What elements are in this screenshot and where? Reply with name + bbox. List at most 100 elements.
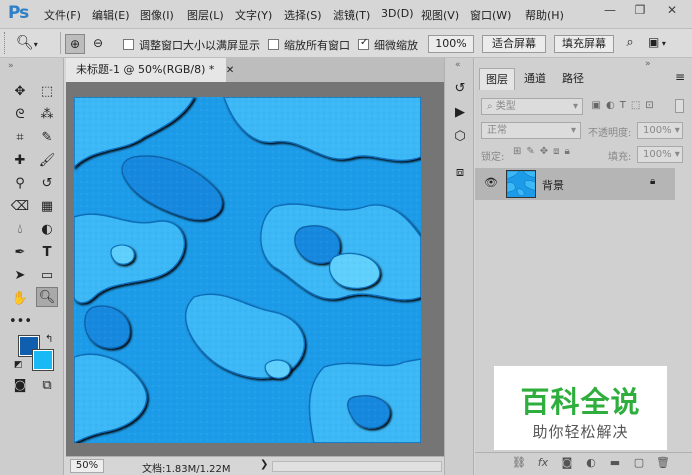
document-tab[interactable]: 未标题-1 @ 50%(RGB/8) * ✕ bbox=[66, 58, 234, 82]
dock-collapse-icon[interactable]: « bbox=[455, 60, 461, 70]
toolbox-collapse-icon[interactable]: » bbox=[8, 61, 14, 71]
menu-bar: Ps 文件(F) 编辑(E) 图像(I) 图层(L) 文字(Y) 选择(S) 滤… bbox=[0, 0, 692, 28]
zoom-100-button[interactable]: 100% bbox=[428, 35, 474, 53]
fx-icon[interactable]: fx bbox=[533, 456, 553, 473]
menu-image[interactable]: 图像(I) bbox=[140, 7, 174, 23]
type-tool-icon[interactable]: T bbox=[36, 243, 58, 263]
actions-panel-icon[interactable]: ▶ bbox=[449, 102, 471, 124]
menu-edit[interactable]: 编辑(E) bbox=[92, 7, 130, 23]
menu-3d[interactable]: 3D(D) bbox=[381, 7, 414, 20]
scrubby-zoom-checkbox[interactable] bbox=[358, 37, 369, 50]
3d-panel-icon[interactable]: ⬡ bbox=[449, 126, 471, 148]
menu-type[interactable]: 文字(Y) bbox=[235, 7, 272, 23]
marquee-tool-icon[interactable]: ⬚ bbox=[36, 82, 58, 102]
adjustment-icon[interactable]: ◐ bbox=[581, 456, 601, 473]
tab-channels[interactable]: 通道 bbox=[517, 68, 553, 90]
layer-row[interactable]: 👁︎ 背景 🔒︎ bbox=[475, 168, 675, 200]
close-icon[interactable]: ✕ bbox=[658, 0, 686, 20]
search-icon[interactable]: ⌕ bbox=[620, 35, 640, 53]
watermark-title: 百科全说 bbox=[520, 385, 641, 419]
filter-toggle[interactable] bbox=[675, 99, 684, 113]
opacity-field[interactable]: 100% ▾ bbox=[637, 122, 683, 139]
zoom-in-icon[interactable]: ⊕ bbox=[65, 34, 85, 54]
screen-mode-icon[interactable]: ⧉ bbox=[36, 376, 58, 396]
clone-stamp-tool-icon[interactable]: ⚲ bbox=[9, 174, 31, 194]
fit-screen-button[interactable]: 适合屏幕 bbox=[482, 35, 546, 53]
opacity-label: 不透明度: bbox=[588, 128, 632, 139]
blur-tool-icon[interactable]: 💧︎ bbox=[9, 220, 31, 240]
trash-icon[interactable]: 🗑︎ bbox=[653, 456, 673, 473]
mask-icon[interactable]: ◙ bbox=[557, 456, 577, 473]
path-selection-tool-icon[interactable]: ➤ bbox=[9, 266, 31, 286]
minimize-icon[interactable]: — bbox=[596, 0, 624, 20]
canvas-area[interactable] bbox=[66, 82, 444, 456]
zoom-out-icon[interactable]: ⊖ bbox=[88, 34, 108, 54]
menu-filter[interactable]: 滤镜(T) bbox=[333, 7, 370, 23]
blue-texture-image bbox=[74, 97, 421, 443]
fill-label: 填充: bbox=[608, 152, 632, 163]
rectangle-tool-icon[interactable]: ▭ bbox=[36, 266, 58, 286]
zoom-level-field[interactable]: 50% bbox=[70, 459, 104, 473]
toolbox: » ✥ ⬚ ᘓ ⁂ ⌗ ✎ ✚ 🖌︎ ⚲ ↺ ⌫ ▦ 💧︎ ◐ ✒ T ➤ ▭ … bbox=[0, 58, 64, 475]
lock-icons[interactable]: ⊞✎✥⧈🔒︎ bbox=[513, 146, 575, 157]
quick-mask-icon[interactable]: ◙ bbox=[9, 376, 31, 396]
properties-panel-icon[interactable]: ⧈ bbox=[449, 162, 471, 184]
document-info: 文档:1.83M/1.22M bbox=[142, 464, 231, 475]
menu-layer[interactable]: 图层(L) bbox=[187, 7, 224, 23]
link-icon[interactable]: ⛓ bbox=[509, 456, 529, 473]
watermark-subtitle: 助你轻松解决 bbox=[532, 423, 629, 441]
edit-toolbar-icon[interactable]: ••• bbox=[9, 312, 32, 332]
hand-tool-icon[interactable]: ✋ bbox=[9, 289, 31, 309]
background-color-swatch[interactable] bbox=[32, 349, 54, 371]
healing-brush-tool-icon[interactable]: ✚ bbox=[9, 151, 31, 171]
panel-collapse-icon[interactable]: » bbox=[645, 59, 651, 69]
resize-windows-checkbox[interactable] bbox=[123, 39, 134, 50]
menu-select[interactable]: 选择(S) bbox=[284, 7, 322, 23]
fill-field[interactable]: 100% ▾ bbox=[637, 146, 683, 163]
layer-name[interactable]: 背景 bbox=[542, 177, 564, 193]
grip-handle[interactable] bbox=[4, 32, 6, 54]
tab-paths[interactable]: 路径 bbox=[555, 68, 591, 90]
menu-window[interactable]: 窗口(W) bbox=[470, 7, 511, 23]
scrubby-zoom-label: 细微缩放 bbox=[374, 39, 418, 52]
crop-tool-icon[interactable]: ⌗ bbox=[9, 128, 31, 148]
magic-wand-tool-icon[interactable]: ⁂ bbox=[36, 105, 58, 125]
gradient-tool-icon[interactable]: ▦ bbox=[36, 197, 58, 217]
eraser-tool-icon[interactable]: ⌫ bbox=[9, 197, 31, 217]
move-tool-icon[interactable]: ✥ bbox=[9, 82, 31, 102]
horizontal-scrollbar[interactable] bbox=[272, 461, 442, 472]
menu-help[interactable]: 帮助(H) bbox=[525, 7, 564, 23]
app-logo: Ps bbox=[8, 3, 29, 23]
lock-label: 锁定: bbox=[481, 152, 505, 163]
default-colors-icon[interactable]: ◩ bbox=[14, 360, 23, 370]
status-menu-arrow-icon[interactable]: ❯ bbox=[260, 459, 268, 470]
history-panel-icon[interactable]: ↺ bbox=[449, 78, 471, 100]
document-canvas[interactable] bbox=[74, 97, 421, 443]
blend-mode-select[interactable]: 正常 ▾ bbox=[481, 122, 581, 139]
menu-file[interactable]: 文件(F) bbox=[44, 7, 81, 23]
eye-icon[interactable]: 👁︎ bbox=[484, 176, 498, 189]
panel-dock: « ↺ ▶ ⬡ ⧈ bbox=[444, 58, 474, 475]
zoom-tool-icon[interactable]: 🔍︎ bbox=[36, 287, 58, 307]
tab-layers[interactable]: 图层 bbox=[479, 68, 515, 90]
dodge-tool-icon[interactable]: ◐ bbox=[36, 220, 58, 240]
new-layer-icon[interactable]: ▢ bbox=[629, 456, 649, 473]
lasso-tool-icon[interactable]: ᘓ bbox=[9, 105, 31, 125]
workspace-switcher-icon[interactable]: ▣ ▾ bbox=[648, 35, 678, 53]
pen-tool-icon[interactable]: ✒ bbox=[9, 243, 31, 263]
filter-icons[interactable]: ▣◐T⬚⊡ bbox=[567, 100, 659, 111]
swap-colors-icon[interactable]: ↰ bbox=[45, 334, 53, 345]
zoom-all-label: 缩放所有窗口 bbox=[284, 39, 350, 52]
panel-menu-icon[interactable]: ≡ bbox=[675, 70, 685, 84]
close-document-icon[interactable]: ✕ bbox=[226, 65, 234, 76]
fill-screen-button[interactable]: 填充屏幕 bbox=[554, 35, 614, 53]
group-icon[interactable]: ▬ bbox=[605, 456, 625, 473]
restore-icon[interactable]: ❐ bbox=[626, 0, 654, 20]
menu-view[interactable]: 视图(V) bbox=[421, 7, 459, 23]
history-brush-tool-icon[interactable]: ↺ bbox=[36, 174, 58, 194]
eyedropper-tool-icon[interactable]: ✎ bbox=[36, 128, 58, 148]
brush-tool-icon[interactable]: 🖌︎ bbox=[36, 151, 58, 171]
zoom-all-checkbox[interactable] bbox=[268, 39, 279, 50]
resize-windows-label: 调整窗口大小以满屏显示 bbox=[139, 39, 260, 52]
zoom-tool-preset-icon[interactable]: 🔍︎▾ bbox=[16, 33, 52, 53]
